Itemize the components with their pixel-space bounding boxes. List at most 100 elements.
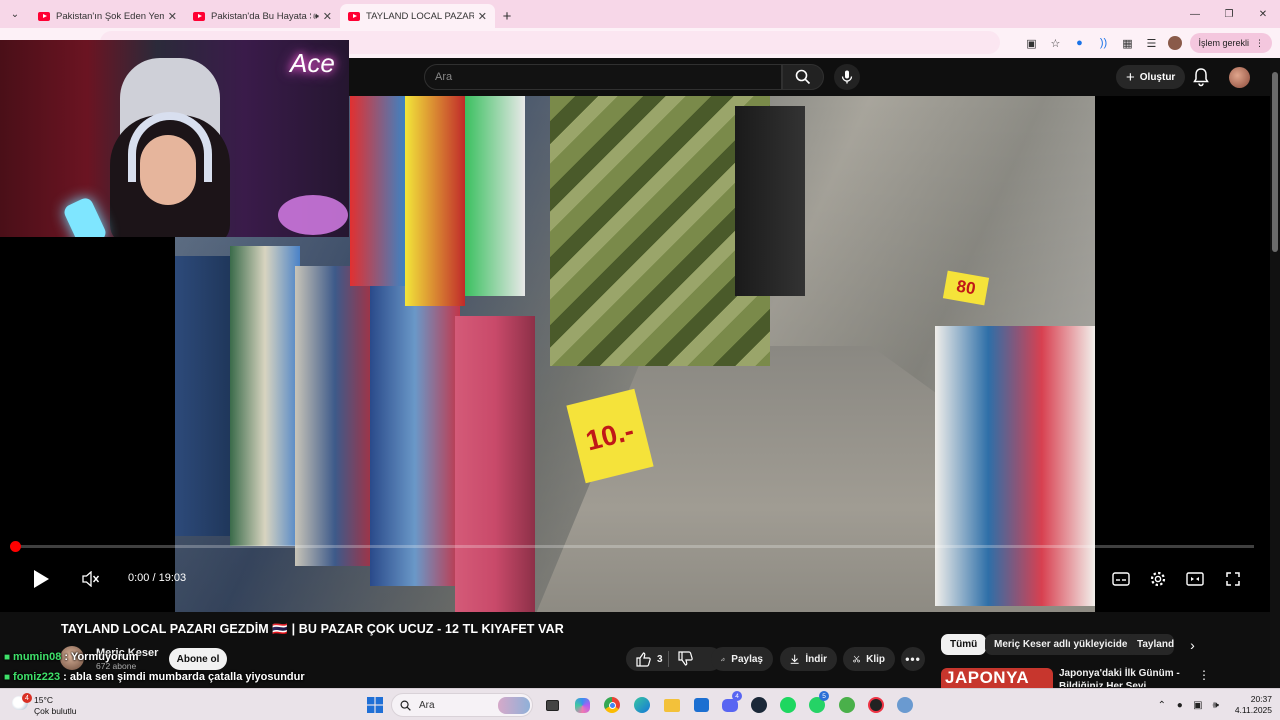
extension-s-icon[interactable]: ● [1070,34,1088,52]
media-controls-icon[interactable]: ☰ [1142,34,1160,52]
like-divider [668,651,669,667]
browser-tab-2[interactable]: Pakistan'da Bu Hayata Şok 🕪 ✕ [185,4,340,28]
theater-mode-icon [1186,572,1204,586]
file-explorer-icon[interactable] [661,694,683,716]
tab-title: Pakistan'ın Şok Eden Yemek Pa [56,10,164,22]
browser-tab-strip: ⌄ Pakistan'ın Şok Eden Yemek Pa ✕ Pakist… [0,0,1280,28]
spotify-icon[interactable] [777,694,799,716]
chip-thailand[interactable]: Tayland [1128,634,1174,655]
edge-icon[interactable] [631,694,653,716]
share-button[interactable]: Paylaş [711,647,773,671]
search-placeholder: Ara [435,71,453,83]
microphone-tray-icon[interactable]: ● [1171,696,1189,714]
weather-widget[interactable]: 4 15°C Çok bulutlu [10,693,100,717]
play-button[interactable] [28,566,54,592]
notifications-bell-icon[interactable] [1192,67,1210,87]
store-icon[interactable] [690,694,712,716]
taskbar-search-label: Ara [419,699,435,711]
tab-title: TAYLAND LOCAL PAZARI GEZD [366,10,474,22]
voice-search-button[interactable] [834,64,860,90]
network-icon[interactable]: ▣ [1189,696,1207,714]
chip-all[interactable]: Tümü [941,634,987,655]
chat-username: fomiz223 [13,671,61,683]
settings-button[interactable] [1146,568,1170,590]
tab-audio-icon[interactable]: 🕪 [313,11,319,22]
share-label: Paylaş [731,653,763,665]
search-button[interactable] [782,64,824,90]
like-button[interactable]: 3 [636,651,663,667]
clip-button[interactable]: Klip [843,647,895,671]
clothes-rack [370,286,460,586]
kebab-menu-icon: ⋮ [1255,37,1264,48]
browser-tab-3-active[interactable]: TAYLAND LOCAL PAZARI GEZD ✕ [340,4,495,28]
discord-badge: 4 [732,691,742,701]
clothes-rack [295,266,375,566]
app-green-icon[interactable] [836,694,858,716]
clock[interactable]: 20:37 4.11.2025 [1235,694,1272,716]
subtitles-button[interactable] [1109,568,1133,590]
chat-text: abla sen şimdi mumbarda çatalla yiyosund… [69,671,305,683]
extensions-puzzle-icon[interactable]: ▦ [1118,34,1136,52]
new-tab-button[interactable]: + [495,4,519,28]
volume-icon[interactable]: 🕪 [1207,696,1225,714]
hanging-shirts [350,96,410,286]
settings-app-icon[interactable] [894,694,916,716]
chevron-up-icon[interactable]: ⌃ [1153,696,1171,714]
bookmark-star-icon[interactable]: ☆ [1046,34,1064,52]
chat-username: mumin08 [13,651,62,663]
chip-from-uploader[interactable]: Meriç Keser adlı yükleyiciden [985,634,1143,655]
plus-icon: + [1126,68,1135,86]
scissors-icon [853,655,860,663]
system-tray: ⌃ ● ▣ 🕪 20:37 4.11.2025 [1153,693,1272,717]
copilot-icon[interactable] [571,694,593,716]
restore-icon[interactable]: ❐ [1212,0,1246,28]
action-required-button[interactable]: İşlem gerekli ⋮ [1190,33,1272,53]
create-button[interactable]: + Oluştur [1116,65,1186,89]
kick-badge-icon: ■ [4,652,11,663]
tab-search-chevron-icon[interactable]: ⌄ [4,4,26,24]
close-tab-icon[interactable]: ✕ [323,10,332,23]
chat-text: Yormuyorum [70,651,139,663]
fullscreen-button[interactable] [1221,568,1245,590]
profile-avatar-icon[interactable] [1166,34,1184,52]
page-scrollbar[interactable] [1270,58,1280,688]
steam-icon[interactable] [748,694,770,716]
mute-button[interactable] [78,566,104,592]
download-button[interactable]: İndir [780,647,837,671]
toolbar-icons: ▣ ☆ ● )) ▦ ☰ İşlem gerekli ⋮ [1022,31,1272,55]
kebab-menu-icon[interactable]: ⋮ [1197,668,1211,684]
subscribe-button[interactable]: Abone ol [169,648,227,670]
audio-extension-icon[interactable]: )) [1094,34,1112,52]
app-dark-icon[interactable] [865,694,887,716]
start-button[interactable] [364,694,386,716]
minimize-icon[interactable]: — [1178,0,1212,28]
search-input[interactable]: Ara [424,64,782,90]
clock-date: 4.11.2025 [1234,705,1272,715]
more-actions-button[interactable]: ••• [901,647,925,671]
whatsapp-icon[interactable]: 5 [806,691,829,716]
weather-temperature: 15°C [34,695,53,705]
close-window-icon[interactable]: ✕ [1246,0,1280,28]
theater-mode-button[interactable] [1183,568,1207,590]
task-view-icon[interactable] [541,694,563,716]
action-required-label: İşlem gerekli [1198,38,1249,48]
taskbar-search[interactable]: Ara [391,693,533,717]
close-tab-icon[interactable]: ✕ [168,10,177,23]
progress-bar[interactable] [10,541,1254,552]
browser-tab-1[interactable]: Pakistan'ın Şok Eden Yemek Pa ✕ [30,4,185,28]
weather-notification-badge: 4 [22,693,32,703]
discord-icon[interactable]: 4 [719,691,742,716]
whatsapp-badge: 5 [819,691,829,701]
chevron-right-icon[interactable]: › [1182,634,1203,655]
hanging-shirts [405,96,465,306]
account-avatar[interactable] [1229,67,1250,88]
dislike-button[interactable] [678,651,693,669]
progress-scrubber[interactable] [10,541,21,552]
recommendation-title[interactable]: Japonya'daki İlk Günüm - Bildiğiniz Her … [1059,667,1189,687]
search-icon [400,700,411,711]
chrome-icon[interactable] [601,694,623,716]
close-tab-icon[interactable]: ✕ [478,10,487,23]
recommendation-thumbnail[interactable]: JAPONYA [941,668,1053,688]
install-app-icon[interactable]: ▣ [1022,34,1040,52]
scrollbar-thumb[interactable] [1272,72,1278,252]
